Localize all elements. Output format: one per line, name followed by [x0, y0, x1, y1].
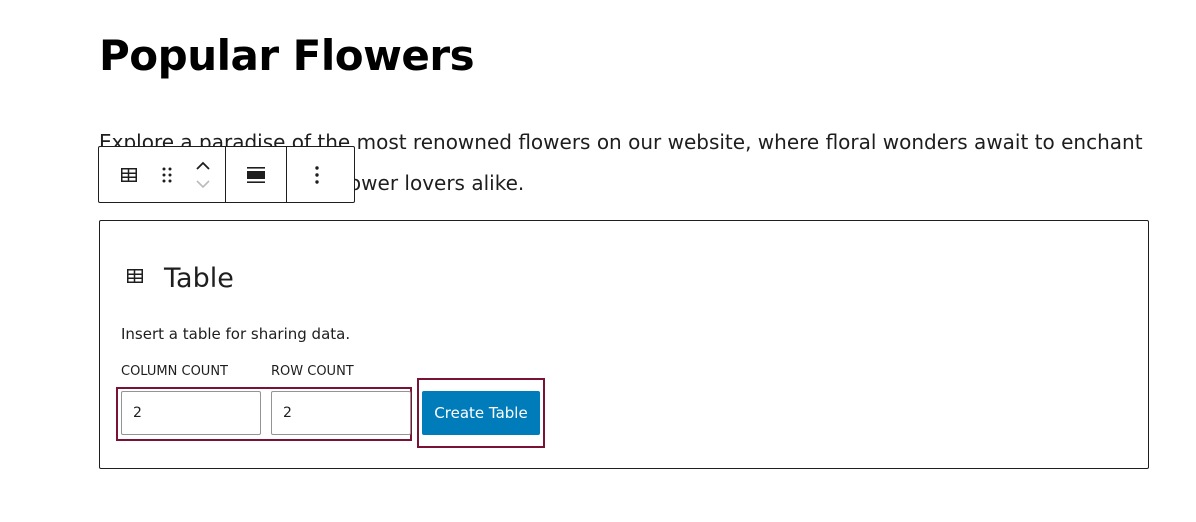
row-count-input[interactable] [271, 391, 411, 435]
row-count-label: ROW COUNT [271, 364, 354, 379]
align-icon[interactable] [245, 147, 267, 202]
page-title: Popular Flowers [99, 31, 475, 80]
create-table-button[interactable]: Create Table [422, 391, 540, 435]
more-options-icon[interactable] [314, 147, 320, 202]
column-count-label: COLUMN COUNT [121, 364, 228, 379]
table-icon[interactable] [117, 147, 141, 202]
chevron-up-icon[interactable] [193, 157, 213, 175]
placeholder-title: Table [164, 263, 234, 294]
column-count-input[interactable] [121, 391, 261, 435]
alignment-group [225, 147, 286, 202]
block-toolbar [98, 146, 355, 203]
options-group [286, 147, 346, 202]
block-switcher-group [99, 147, 225, 202]
drag-handle-icon[interactable] [155, 147, 179, 202]
placeholder-header: Table [123, 263, 234, 294]
block-mover [191, 147, 215, 202]
table-icon [123, 264, 147, 293]
table-placeholder: Table Insert a table for sharing data. C… [99, 220, 1149, 469]
chevron-down-icon[interactable] [193, 175, 213, 193]
placeholder-instructions: Insert a table for sharing data. [121, 325, 351, 343]
